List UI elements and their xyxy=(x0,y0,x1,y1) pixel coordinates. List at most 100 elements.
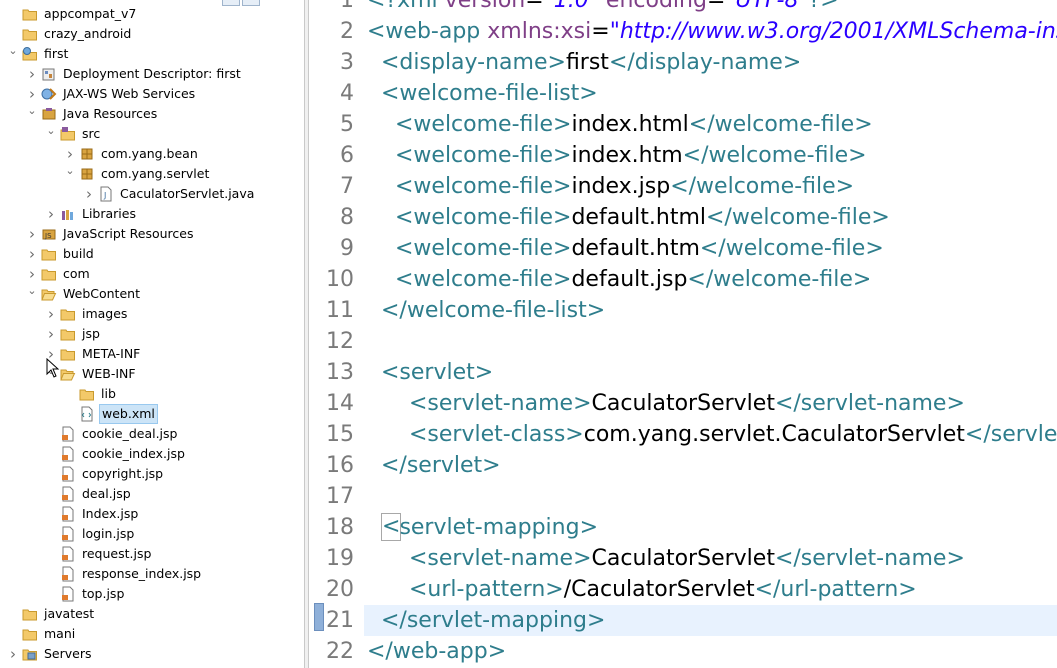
expanded-chevron-icon[interactable]: ⌄ xyxy=(64,164,76,184)
xml-text xyxy=(367,50,381,75)
tree-item-crazy-android[interactable]: crazy_android xyxy=(0,24,304,44)
code-line[interactable]: <servlet-name>CaculatorServlet</servlet-… xyxy=(367,543,1057,574)
code-line[interactable]: <web-app xmlns:xsi="http://www.w3.org/20… xyxy=(367,16,1057,47)
tree-item-com[interactable]: › com xyxy=(0,264,304,284)
collapsed-chevron-icon[interactable]: › xyxy=(7,644,19,664)
code-line[interactable]: </servlet> xyxy=(367,450,1057,481)
tree-item-label: Servers xyxy=(44,646,92,661)
xml-tag: <welcome-file> xyxy=(394,267,572,292)
xml-tag: <web-app xyxy=(367,19,488,44)
xml-tag: </welcome-file> xyxy=(682,143,867,168)
code-line[interactable] xyxy=(367,326,1057,357)
tree-item-first[interactable]: ⌄ first xyxy=(0,44,304,64)
tree-item-label: crazy_android xyxy=(44,26,132,41)
tree-item-label: response_index.jsp xyxy=(82,566,202,581)
xml-text: index.htm xyxy=(571,143,683,168)
expanded-chevron-icon[interactable]: ⌄ xyxy=(7,44,19,64)
code-line[interactable]: <display-name>first</display-name> xyxy=(367,47,1057,78)
tree-item-label: images xyxy=(82,306,128,321)
libraries-icon xyxy=(62,210,73,220)
tree-item-libraries[interactable]: › Libraries xyxy=(0,204,304,224)
collapsed-chevron-icon[interactable]: › xyxy=(26,264,38,284)
tree-item-src[interactable]: ⌄ src xyxy=(0,124,304,144)
tree-item-java-resources[interactable]: ⌄ Java Resources xyxy=(0,104,304,124)
tree-item-label: build xyxy=(63,246,94,261)
tree-item-appcompat-v7[interactable]: appcompat_v7 xyxy=(0,4,304,24)
tree-item-build[interactable]: › build xyxy=(0,244,304,264)
collapsed-chevron-icon[interactable]: › xyxy=(26,224,38,244)
line-number: 2 xyxy=(340,19,354,44)
tree-item-login-jsp[interactable]: login.jsp xyxy=(0,524,304,544)
collapsed-chevron-icon[interactable]: › xyxy=(83,184,95,204)
code-line[interactable]: <url-pattern>/CaculatorServlet</url-patt… xyxy=(367,574,1057,605)
tree-item-copyright-jsp[interactable]: copyright.jsp xyxy=(0,464,304,484)
code-line[interactable]: <servlet-class>com.yang.servlet.Caculato… xyxy=(367,419,1057,450)
tree-item-label: request.jsp xyxy=(82,546,152,561)
tree-item-caculatorservlet-java[interactable]: › J CaculatorServlet.java xyxy=(0,184,304,204)
expanded-chevron-icon[interactable]: ⌄ xyxy=(26,284,38,304)
code-line[interactable]: </welcome-file-list> xyxy=(367,295,1057,326)
webservices-icon xyxy=(41,88,57,100)
collapsed-chevron-icon[interactable]: › xyxy=(26,64,38,84)
tree-item-jsp[interactable]: › jsp xyxy=(0,324,304,344)
jsp-file-icon xyxy=(62,546,74,562)
tree-item-label: first xyxy=(44,46,69,61)
tree-item-lib[interactable]: lib xyxy=(0,384,304,404)
tree-item-javascript-resources[interactable]: › JS JavaScript Resources xyxy=(0,224,304,244)
tree-item-cookie-deal-jsp[interactable]: cookie_deal.jsp xyxy=(0,424,304,444)
tree-item-deployment-descriptor-first[interactable]: › Deployment Descriptor: first xyxy=(0,64,304,84)
code-line[interactable]: <?xml version="1.0" encoding="UTF-8"?> xyxy=(367,0,1057,16)
tree-item-images[interactable]: › images xyxy=(0,304,304,324)
expanded-chevron-icon[interactable]: ⌄ xyxy=(45,124,57,144)
code-line[interactable]: </web-app> xyxy=(367,636,1057,667)
jsp-file-icon xyxy=(62,506,74,522)
xml-tag: </welcome-file> xyxy=(705,205,890,230)
tree-item-com-yang-servlet[interactable]: ⌄ com.yang.servlet xyxy=(0,164,304,184)
collapsed-chevron-icon[interactable]: › xyxy=(45,324,57,344)
svg-text:J: J xyxy=(103,191,106,200)
tree-item-deal-jsp[interactable]: deal.jsp xyxy=(0,484,304,504)
tree-item-mani[interactable]: mani xyxy=(0,624,304,644)
collapsed-chevron-icon[interactable]: › xyxy=(45,204,57,224)
collapsed-chevron-icon[interactable]: › xyxy=(45,304,57,324)
tree-item-index-jsp[interactable]: Index.jsp xyxy=(0,504,304,524)
current-code-line[interactable]: </servlet-mapping> xyxy=(364,605,1057,636)
folder-icon xyxy=(22,29,37,41)
tree-item-jax-ws-web-services[interactable]: › JAX-WS Web Services xyxy=(0,84,304,104)
code-line[interactable]: <servlet> xyxy=(367,357,1057,388)
folder-icon xyxy=(79,389,94,401)
code-line[interactable]: <welcome-file>index.htm</welcome-file> xyxy=(367,140,1057,171)
code-line[interactable]: <welcome-file>index.html</welcome-file> xyxy=(367,109,1057,140)
xml-editor[interactable]: 1 2 3 4 5 6 7 8 9 10 11 12 13 14 15 16 17 18 19 20 21 22 <?xm… xyxy=(309,0,1057,668)
tree-item-webcontent[interactable]: ⌄ WebContent xyxy=(0,284,304,304)
tree-item-request-jsp[interactable]: request.jsp xyxy=(0,544,304,564)
tree-item-javatest[interactable]: javatest xyxy=(0,604,304,624)
xml-tag: <welcome-file> xyxy=(394,112,572,137)
collapsed-chevron-icon[interactable]: › xyxy=(26,84,38,104)
tree-item-web-xml[interactable]: web.xml xyxy=(0,404,304,424)
line-number: 5 xyxy=(340,112,354,137)
tree-item-label: WEB-INF xyxy=(82,366,136,381)
code-line[interactable]: <welcome-file>default.htm</welcome-file> xyxy=(367,233,1057,264)
xml-tag: <welcome-file> xyxy=(394,205,572,230)
tree-item-cookie-index-jsp[interactable]: cookie_index.jsp xyxy=(0,444,304,464)
expanded-chevron-icon[interactable]: ⌄ xyxy=(26,104,38,124)
collapsed-chevron-icon[interactable]: › xyxy=(26,244,38,264)
code-line[interactable] xyxy=(367,481,1057,512)
xml-text: /CaculatorServlet xyxy=(563,577,755,602)
code-line[interactable]: <servlet-mapping> xyxy=(367,512,1057,543)
xml-tag: <servlet-name> xyxy=(408,391,592,416)
tree-item-response-index-jsp[interactable]: response_index.jsp xyxy=(0,564,304,584)
line-number-ruler: 1 2 3 4 5 6 7 8 9 10 11 12 13 14 15 16 17 18 19 20 21 22 xyxy=(309,0,356,668)
code-line[interactable]: <welcome-file>default.jsp</welcome-file> xyxy=(367,264,1057,295)
tree-item-servers[interactable]: › Servers xyxy=(0,644,304,664)
code-line[interactable]: <welcome-file>index.jsp</welcome-file> xyxy=(367,171,1057,202)
tree-item-com-yang-bean[interactable]: › com.yang.bean xyxy=(0,144,304,164)
code-line[interactable]: <welcome-file>default.html</welcome-file… xyxy=(367,202,1057,233)
collapsed-chevron-icon[interactable]: › xyxy=(64,144,76,164)
code-line[interactable]: <welcome-file-list> xyxy=(367,78,1057,109)
code-line[interactable]: <servlet-name>CaculatorServlet</servlet-… xyxy=(367,388,1057,419)
tree-item-top-jsp[interactable]: top.jsp xyxy=(0,584,304,604)
